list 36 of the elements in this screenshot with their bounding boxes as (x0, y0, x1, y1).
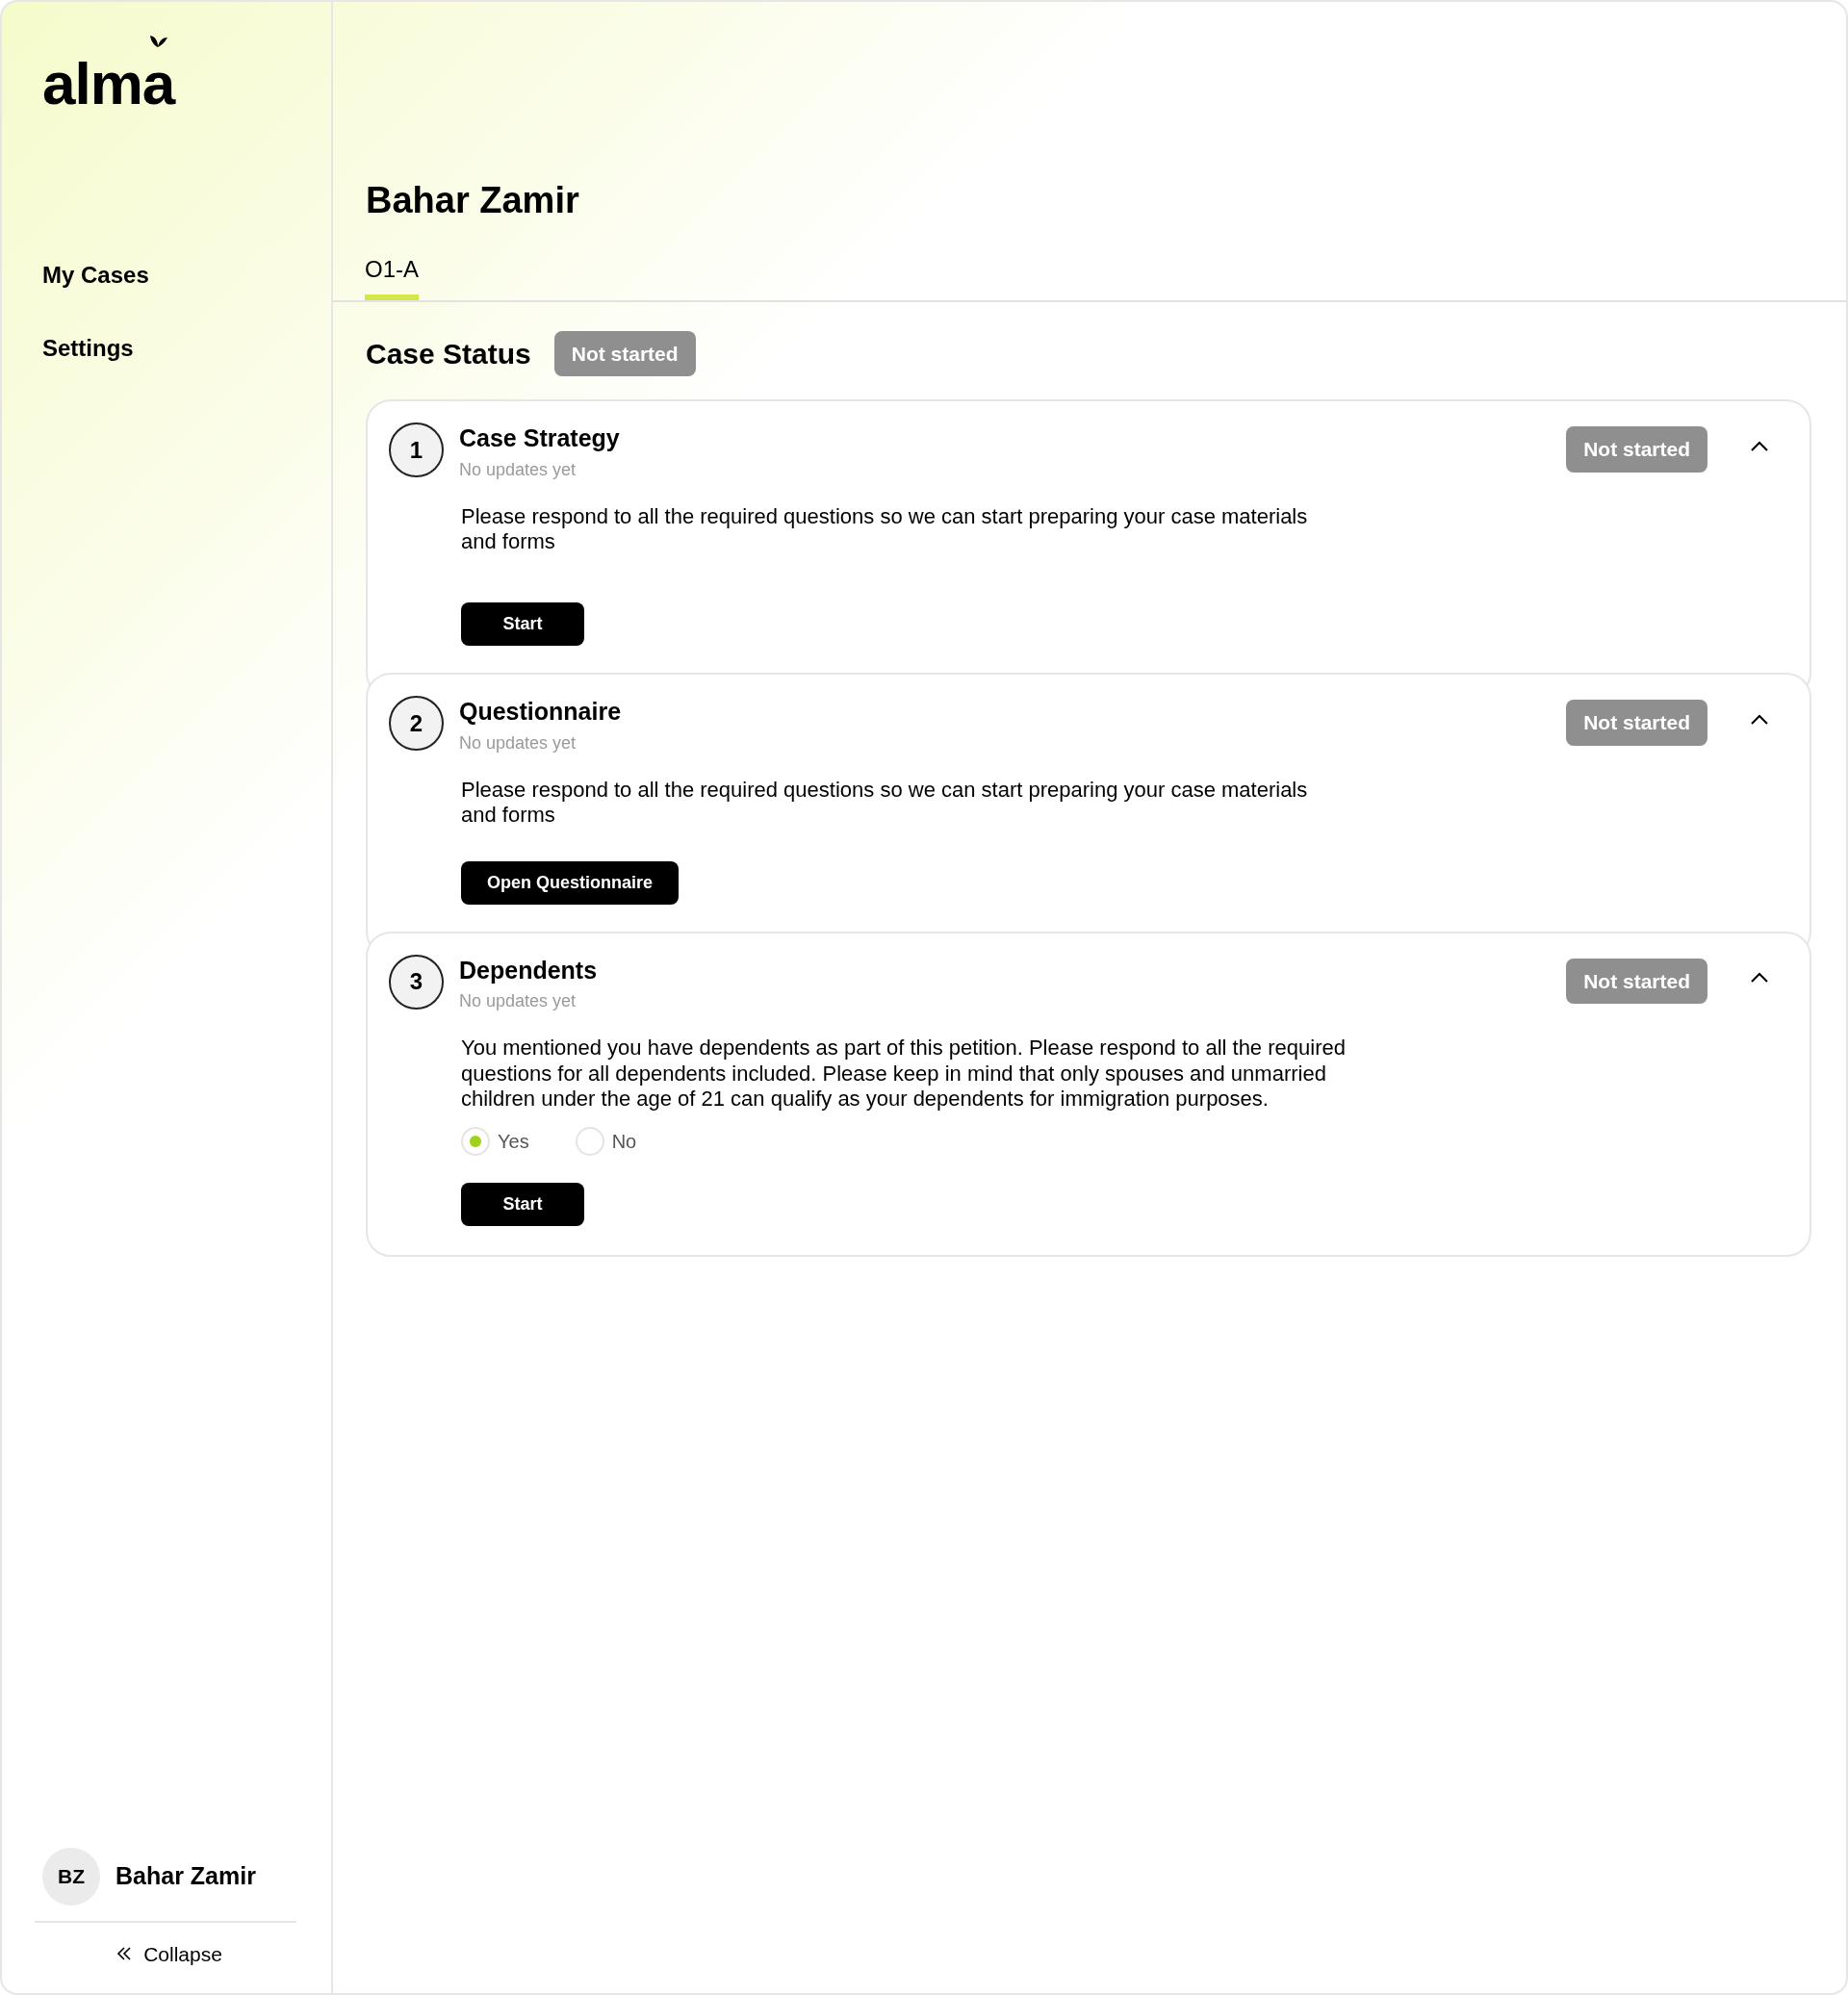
chevron-up-icon (1750, 972, 1769, 985)
status-badge: Not started (1566, 426, 1707, 473)
double-chevron-left-icon (116, 1946, 133, 1962)
step-number: 3 (389, 954, 444, 1010)
step-number: 2 (389, 696, 444, 752)
step-number: 1 (389, 422, 444, 478)
status-badge: Not started (1566, 958, 1707, 1005)
status-badge: Not started (1566, 700, 1707, 746)
step-title: Dependents (459, 955, 599, 985)
step-subtitle: No updates yet (459, 731, 578, 755)
page-title: Bahar Zamir (366, 179, 580, 222)
action-button[interactable]: Start (461, 1183, 584, 1227)
collapse-button[interactable]: Collapse (111, 1937, 228, 1970)
nav-link[interactable]: Settings (42, 331, 296, 366)
radio-button[interactable] (461, 1127, 490, 1157)
step-subtitle: No updates yet (459, 990, 578, 1013)
radio-button[interactable] (575, 1127, 604, 1157)
step-description: Please respond to all the required questions so we can start preparing your case materials and forms (461, 777, 1309, 829)
step-description: You mentioned you have dependents as part of this petition. Please respond to all the required questions for all dependents included. Please keep in mind that only spouses and unmarried children under the age of 21 can qualify as your dependents for immigration purposes. (461, 1036, 1347, 1113)
section-title: Case Status (366, 336, 531, 371)
chevron-up-icon (1750, 440, 1769, 452)
user-name: Bahar Zamir (116, 1860, 256, 1891)
step-title: Questionnaire (459, 697, 623, 728)
chevron-up-icon (1750, 714, 1769, 727)
logo: alma (42, 54, 175, 114)
step-title: Case Strategy (459, 423, 621, 454)
radio-label: No (611, 1130, 637, 1155)
status-badge: Not started (553, 330, 696, 377)
radio-label: Yes (498, 1130, 529, 1155)
tab[interactable]: O1-A (365, 251, 419, 300)
action-button[interactable]: Open Questionnaire (461, 860, 680, 905)
avatar: BZ (42, 1847, 100, 1905)
step-subtitle: No updates yet (459, 458, 578, 481)
nav-link[interactable]: My Cases (42, 258, 296, 293)
action-button[interactable]: Start (461, 602, 584, 647)
step-description: Please respond to all the required questions so we can start preparing your case materials and forms (461, 503, 1309, 555)
